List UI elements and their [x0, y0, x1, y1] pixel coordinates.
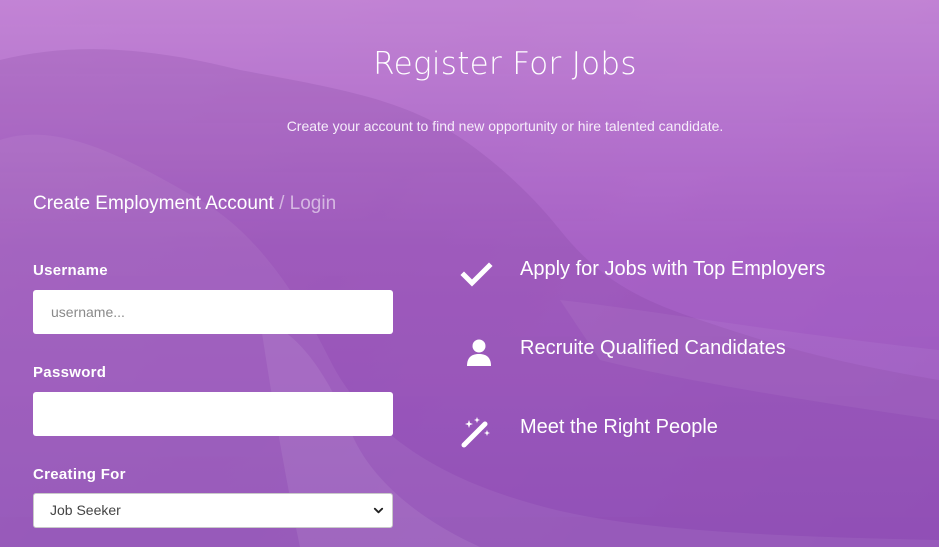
username-label: Username [33, 262, 108, 279]
password-label: Password [33, 364, 107, 381]
breadcrumb-current: Create Employment Account [33, 193, 274, 214]
magic-wand-icon [461, 417, 490, 448]
feature-text: Recruite Qualified Candidates [520, 337, 786, 359]
feature-recruit: Recruite Qualified Candidates [460, 337, 920, 377]
creating-for-selected: Job Seeker [50, 502, 121, 518]
creating-for-label: Creating For [33, 466, 126, 483]
password-input[interactable] [33, 392, 393, 436]
login-link[interactable]: Login [290, 193, 337, 214]
breadcrumb: Create Employment Account / Login [33, 193, 336, 215]
page-subtitle: Create your account to find new opportun… [286, 118, 724, 134]
checkmark-icon [460, 262, 493, 287]
page-title: Register For Jobs [373, 46, 637, 82]
breadcrumb-separator: / [279, 193, 285, 214]
register-page: Register For Jobs Create your account to… [0, 0, 939, 547]
feature-text: Apply for Jobs with Top Employers [520, 258, 826, 280]
feature-meet-people: Meet the Right People [460, 416, 920, 456]
user-icon [467, 339, 491, 366]
chevron-down-icon [373, 507, 384, 514]
username-input[interactable] [33, 290, 393, 334]
creating-for-select[interactable]: Job Seeker [33, 493, 393, 528]
feature-apply-jobs: Apply for Jobs with Top Employers [460, 258, 920, 298]
feature-text: Meet the Right People [520, 416, 718, 438]
